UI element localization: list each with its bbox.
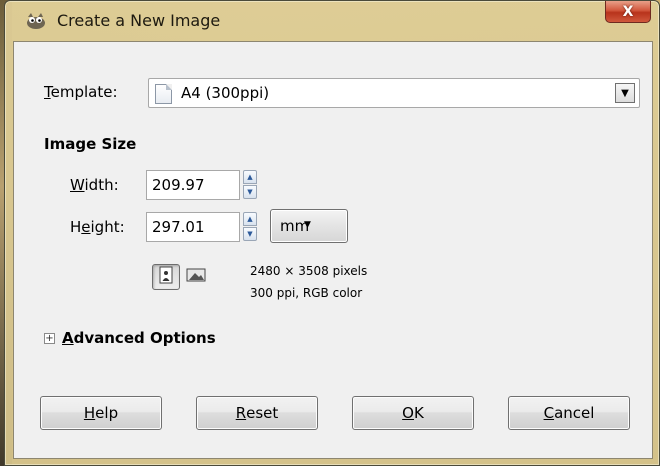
template-selected: A4 (300ppi) [181, 84, 270, 102]
width-field[interactable]: 209.97 ▲ ▼ [146, 170, 257, 200]
cancel-button[interactable]: Cancel [508, 396, 630, 430]
portrait-button[interactable] [152, 264, 180, 290]
ok-button[interactable]: OK [352, 396, 474, 430]
reset-button[interactable]: Reset [196, 396, 318, 430]
width-label: Width: [70, 176, 119, 194]
height-value: 297.01 [152, 218, 205, 236]
height-increment-button[interactable]: ▲ [243, 212, 257, 226]
help-button[interactable]: Help [40, 396, 162, 430]
expand-icon[interactable]: + [44, 333, 55, 344]
landscape-orientation-icon [186, 268, 206, 286]
window-title: Create a New Image [57, 11, 221, 30]
advanced-options-toggle[interactable]: Advanced Options [62, 329, 216, 347]
create-image-dialog: Create a New Image X Template: A4 (300pp… [4, 0, 660, 466]
titlebar: Create a New Image X [5, 1, 659, 41]
pixel-dimensions: 2480 × 3508 pixels [250, 264, 368, 278]
width-value: 209.97 [152, 176, 205, 194]
landscape-button[interactable] [182, 264, 210, 290]
height-label: Height: [70, 218, 125, 236]
close-button[interactable]: X [605, 1, 651, 23]
page-icon [155, 84, 172, 104]
chevron-down-icon[interactable]: ▼ [615, 83, 635, 103]
template-label: Template: [44, 83, 118, 101]
width-increment-button[interactable]: ▲ [243, 170, 257, 184]
width-spinner: ▲ ▼ [243, 170, 257, 200]
width-decrement-button[interactable]: ▼ [243, 185, 257, 199]
portrait-orientation-icon [159, 266, 173, 288]
gimp-wilber-icon [25, 11, 47, 31]
image-size-heading: Image Size [44, 135, 137, 153]
close-icon: X [622, 3, 634, 20]
chevron-down-icon: ▼ [304, 220, 311, 230]
dialog-content: Template: A4 (300ppi) ▼ Image Size Width… [13, 41, 653, 459]
unit-dropdown[interactable]: mm ▼ [270, 209, 348, 243]
template-combo[interactable]: A4 (300ppi) ▼ [148, 78, 640, 108]
resolution-info: 300 ppi, RGB color [250, 286, 363, 300]
height-spinner: ▲ ▼ [243, 212, 257, 242]
height-field[interactable]: 297.01 ▲ ▼ [146, 212, 257, 242]
height-decrement-button[interactable]: ▼ [243, 227, 257, 241]
